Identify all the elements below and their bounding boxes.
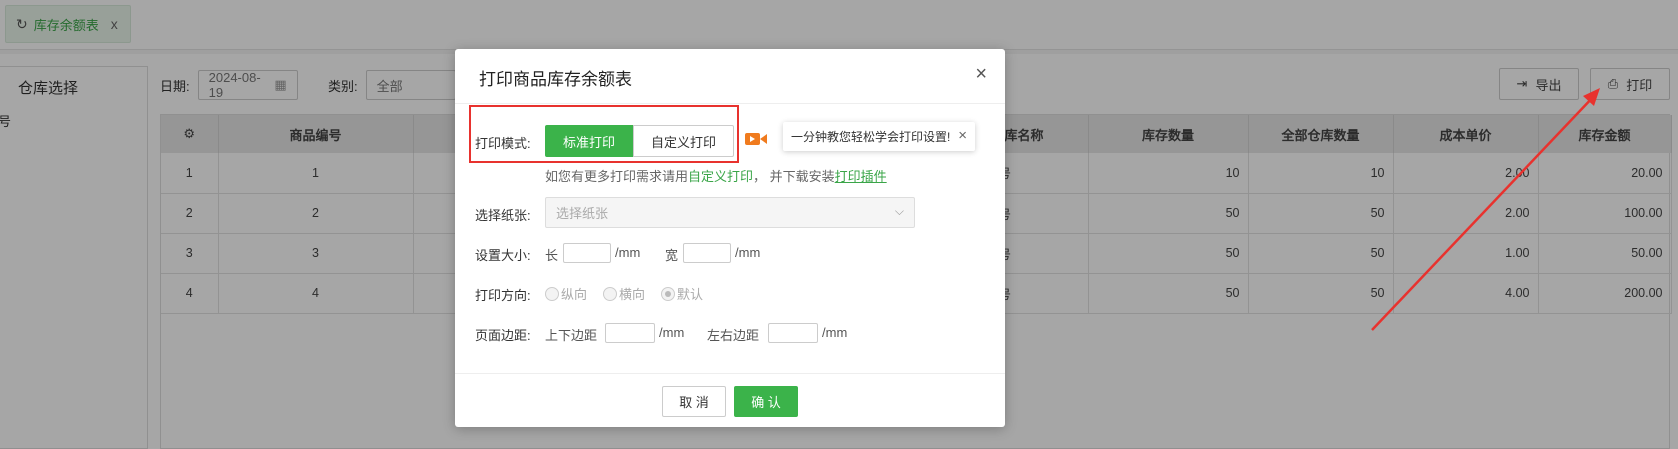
paper-select[interactable]: 选择纸张 ⌵ bbox=[545, 197, 915, 228]
tutorial-tooltip[interactable]: 一分钟教您轻松学会打印设置! × bbox=[783, 122, 975, 151]
close-icon[interactable]: × bbox=[975, 63, 987, 86]
print-dialog: 打印商品库存余额表 × 打印模式: 标准打印 自定义打印 一分钟教您轻松学会打印… bbox=[455, 49, 1005, 427]
size-label: 设置大小: bbox=[475, 248, 531, 263]
length-input[interactable] bbox=[563, 243, 611, 263]
orientation-portrait-radio[interactable]: 纵向 bbox=[545, 284, 587, 303]
dialog-header: 打印商品库存余额表 × bbox=[455, 49, 1005, 104]
confirm-button[interactable]: 确 认 bbox=[734, 386, 798, 417]
margin-tb-input[interactable] bbox=[605, 323, 655, 343]
length-unit: /mm bbox=[615, 245, 641, 260]
orientation-label: 打印方向: bbox=[475, 288, 531, 303]
print-hint: 如您有更多打印需求请用自定义打印， 并下载安装打印插件 bbox=[545, 169, 887, 184]
margin-lr-label: 左右边距 bbox=[707, 328, 760, 343]
custom-print-button[interactable]: 自定义打印 bbox=[633, 125, 734, 157]
margin-tb-label: 上下边距 bbox=[545, 328, 598, 343]
margin-lr-input[interactable] bbox=[768, 323, 818, 343]
print-mode-label: 打印模式: bbox=[475, 136, 531, 151]
tooltip-text: 一分钟教您轻松学会打印设置! bbox=[791, 130, 951, 144]
orientation-landscape-radio[interactable]: 横向 bbox=[603, 284, 645, 303]
margin-lr-unit: /mm bbox=[822, 325, 848, 340]
length-label: 长 bbox=[545, 248, 559, 263]
dialog-footer: 取 消 确 认 bbox=[455, 373, 1005, 427]
video-icon[interactable] bbox=[745, 131, 767, 147]
print-plugin-link[interactable]: 打印插件 bbox=[835, 169, 887, 184]
width-input[interactable] bbox=[683, 243, 731, 263]
width-label: 宽 bbox=[665, 248, 679, 263]
width-unit: /mm bbox=[735, 245, 761, 260]
paper-label: 选择纸张: bbox=[475, 208, 531, 223]
standard-print-button[interactable]: 标准打印 bbox=[545, 125, 633, 157]
margin-label: 页面边距: bbox=[475, 328, 531, 343]
chevron-down-icon: ⌵ bbox=[894, 204, 904, 218]
cancel-button[interactable]: 取 消 bbox=[662, 386, 726, 417]
margin-tb-unit: /mm bbox=[659, 325, 685, 340]
dialog-title: 打印商品库存余额表 bbox=[479, 70, 632, 89]
orientation-default-radio[interactable]: 默认 bbox=[661, 284, 703, 303]
custom-print-link[interactable]: 自定义打印 bbox=[688, 169, 753, 184]
tooltip-close-icon[interactable]: × bbox=[958, 127, 967, 144]
